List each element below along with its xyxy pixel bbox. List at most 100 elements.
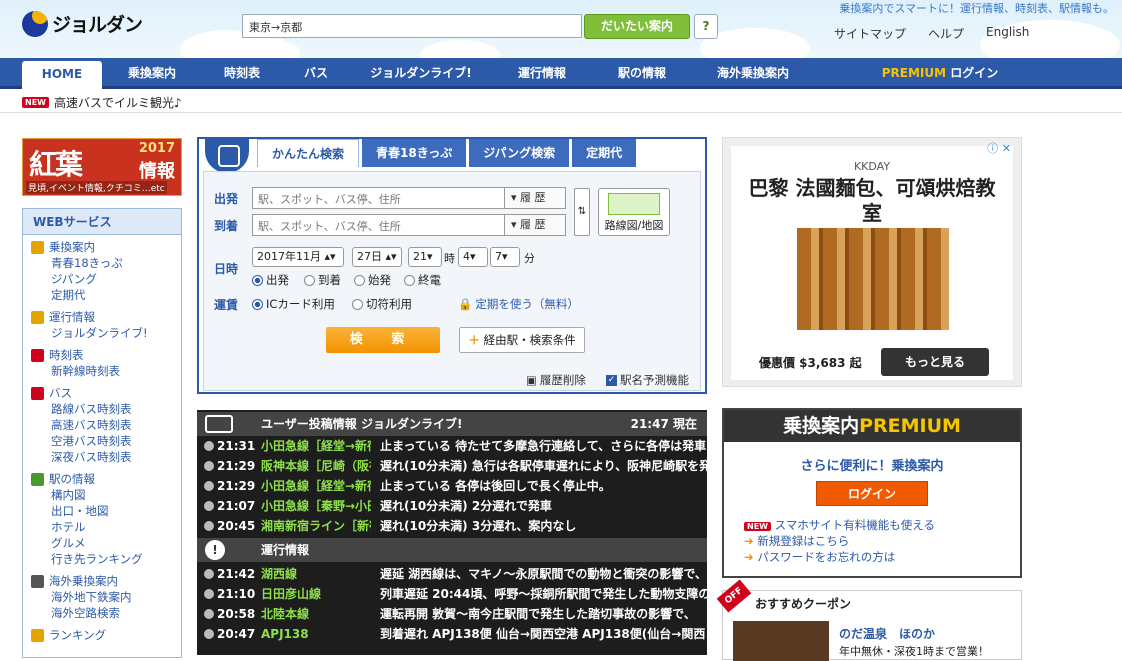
row-line[interactable]: 小田急線［秦野→小田 — [261, 496, 371, 516]
premium-link-password[interactable]: ➜ パスワードをお忘れの方は — [744, 549, 935, 565]
radio-departure[interactable]: 出発 — [252, 272, 289, 288]
row-line[interactable]: 日田彦山線 — [261, 584, 371, 604]
hour-select[interactable]: 21▾ — [408, 247, 442, 267]
quick-search-input[interactable]: 東京→京都 — [242, 14, 582, 38]
sidebar-subitem[interactable]: 海外空路検索 — [31, 605, 181, 621]
sidebar-subitem[interactable]: ジパング — [31, 271, 181, 287]
sidebar-subitem[interactable]: 空港バス時刻表 — [31, 433, 181, 449]
minute-tens-select[interactable]: 4▾ — [458, 247, 488, 267]
to-input[interactable]: 駅、スポット、バス停、住所 — [252, 214, 512, 236]
via-conditions-button[interactable]: ＋ 経由駅・検索条件 — [459, 327, 585, 353]
tab-seishun18[interactable]: 青春18きっぷ — [362, 139, 467, 167]
sidebar-subitem[interactable]: 定期代 — [31, 287, 181, 303]
sidebar-subitem[interactable]: 青春18きっぷ — [31, 255, 181, 271]
sidebar-subitem[interactable]: 深夜バス時刻表 — [31, 449, 181, 465]
sidebar-subitem[interactable]: 構内図 — [31, 487, 181, 503]
to-history-button[interactable]: ▾ 履 歴 — [504, 214, 566, 236]
nav-bus[interactable]: バス — [288, 58, 344, 89]
premium-login-button[interactable]: ログイン — [816, 481, 928, 506]
nav-overseas[interactable]: 海外乗換案内 — [698, 58, 808, 89]
minute-ones-select[interactable]: 7▾ — [490, 247, 520, 267]
ops-row[interactable]: 21:10 日田彦山線 列車遅延 20:44頃、呼野～採銅所駅間で発生した動物支障の — [197, 584, 707, 604]
sidebar-subitem[interactable]: ホテル — [31, 519, 181, 535]
ad-card[interactable]: ⓘ ✕ KKDAY 巴黎 法國麵包、可頌烘焙教室 優惠價 $3,683 起 もっ… — [731, 142, 1013, 380]
radio-first-train[interactable]: 始発 — [354, 272, 391, 288]
tab-commuter[interactable]: 定期代 — [572, 139, 637, 167]
sidebar-subitem[interactable]: 海外地下鉄案内 — [31, 589, 181, 605]
radio-last-train[interactable]: 終電 — [404, 272, 441, 288]
sidebar-subitem[interactable]: 高速バス時刻表 — [31, 417, 181, 433]
row-line[interactable]: 阪神本線［尼崎（阪神 — [261, 456, 371, 476]
commuter-link[interactable]: 🔒 定期を使う（無料） — [458, 296, 579, 312]
sidebar-subitem[interactable]: ジョルダンライブ! — [31, 325, 181, 341]
route-map-button[interactable]: 路線図/地図 — [598, 188, 670, 236]
radio-ticket[interactable]: 切符利用 — [352, 296, 412, 312]
premium-word: PREMIUM — [881, 66, 947, 80]
sidebar-group: ランキング — [23, 623, 181, 645]
row-line[interactable]: APJ138 — [261, 624, 371, 644]
ops-row[interactable]: 20:58 北陸本線 運転再開 敦賀～南今庄駅間で発生した踏切事故の影響で、 — [197, 604, 707, 624]
live-post-row[interactable]: 20:45 湘南新宿ライン［新宿 遅れ(10分未満) 3分遅れ、案内なし — [197, 516, 707, 536]
radio-ic-card[interactable]: ICカード利用 — [252, 296, 335, 312]
ops-row[interactable]: 20:47 APJ138 到着遅れ APJ138便 仙台→関西空港 APJ138便(… — [197, 624, 707, 644]
row-line[interactable]: 湘南新宿ライン［新宿 — [261, 516, 371, 536]
sidebar-subitem[interactable]: 出口・地図 — [31, 503, 181, 519]
english-link[interactable]: English — [986, 25, 1029, 42]
link-label: パスワードをお忘れの方は — [757, 550, 896, 564]
nav-station[interactable]: 駅の情報 — [598, 58, 686, 89]
premium-link-smartphone[interactable]: NEW スマホサイト有料機能も使える — [744, 517, 935, 533]
nav-home[interactable]: HOME — [22, 61, 102, 89]
from-input[interactable]: 駅、スポット、バス停、住所 — [252, 187, 512, 209]
help-question-button[interactable]: ? — [694, 14, 718, 39]
coupon-shop[interactable]: のだ温泉 ほのか — [839, 625, 935, 642]
sidebar-subitem[interactable]: グルメ — [31, 535, 181, 551]
delete-history-link[interactable]: ▣ 履歴削除 — [526, 372, 586, 388]
row-line[interactable]: 北陸本線 — [261, 604, 371, 624]
sidebar-subitem[interactable]: 行き先ランキング — [31, 551, 181, 567]
sidebar-item[interactable]: ランキング — [31, 628, 181, 643]
nav-premium-login[interactable]: PREMIUM ログイン — [870, 58, 1010, 89]
sidebar-subitem[interactable]: 路線バス時刻表 — [31, 401, 181, 417]
live-post-row[interactable]: 21:07 小田急線［秦野→小田 遅れ(10分未満) 2分遅れで発車 — [197, 496, 707, 516]
radio-arrival[interactable]: 到着 — [304, 272, 341, 288]
live-post-row[interactable]: 21:31 小田急線［経堂→新宿 止まっている 待たせて多摩急行連絡して、さらに各停… — [197, 436, 707, 456]
news-ticker[interactable]: NEW 高速バスでイルミ観光♪ — [22, 94, 182, 111]
sidebar-subitem[interactable]: 新幹線時刻表 — [31, 363, 181, 379]
live-post-row[interactable]: 21:29 阪神本線［尼崎（阪神 遅れ(10分未満) 急行は各駅停車遅れにより、阪神… — [197, 456, 707, 476]
jorudan-logo[interactable]: ジョルダン — [22, 10, 143, 37]
quick-search-button[interactable]: だいたい案内 — [584, 14, 690, 39]
day-select[interactable]: 27日 ▴▾ — [352, 247, 402, 267]
tab-zipangu[interactable]: ジパング検索 — [469, 139, 570, 167]
row-line[interactable]: 小田急線［経堂→新宿 — [261, 436, 371, 456]
autumn-leaves-banner[interactable]: 紅葉 2017 情報 見頃,イベント情報,クチコミ…etc — [22, 138, 182, 196]
sidebar-item[interactable]: 乗換案内 — [31, 240, 181, 255]
news-text[interactable]: 高速バスでイルミ観光♪ — [54, 94, 182, 111]
swap-stations-button[interactable]: ⇅ — [574, 188, 590, 236]
sidebar-item[interactable]: 時刻表 — [31, 348, 181, 363]
premium-link-register[interactable]: ➜ 新規登録はこちら — [744, 533, 935, 549]
ad-info-icon[interactable]: ⓘ ✕ — [987, 140, 1011, 156]
ad-panel[interactable]: ⓘ ✕ KKDAY 巴黎 法國麵包、可頌烘焙教室 優惠價 $3,683 起 もっ… — [722, 137, 1022, 387]
help-link[interactable]: ヘルプ — [928, 25, 964, 42]
ops-row[interactable]: 21:42 湖西線 遅延 湖西線は、マキノ～永原駅間での動物と衝突の影響で、 — [197, 564, 707, 584]
nav-traffic[interactable]: 運行情報 — [500, 58, 584, 89]
from-history-button[interactable]: ▾ 履 歴 — [504, 187, 566, 209]
predict-checkbox[interactable]: ✓ 駅名予測機能 — [606, 372, 689, 388]
live-post-row[interactable]: 21:29 小田急線［経堂→新宿 止まっている 各停は後回しで長く停止中。 — [197, 476, 707, 496]
sidebar-item-label: 海外乗換案内 — [49, 574, 118, 588]
month-select[interactable]: 2017年11月 ▴▾ — [252, 247, 344, 267]
ad-cta-button[interactable]: もっと見る — [881, 348, 989, 376]
sitemap-link[interactable]: サイトマップ — [834, 25, 906, 42]
sidebar-item[interactable]: 運行情報 — [31, 310, 181, 325]
sidebar-item[interactable]: バス — [31, 386, 181, 401]
nav-timetable[interactable]: 時刻表 — [204, 58, 280, 89]
sidebar-item[interactable]: 海外乗換案内 — [31, 574, 181, 589]
row-line[interactable]: 湖西線 — [261, 564, 371, 584]
sidebar-item[interactable]: 駅の情報 — [31, 472, 181, 487]
tab-simple-search[interactable]: かんたん検索 — [257, 139, 360, 167]
row-line[interactable]: 小田急線［経堂→新宿 — [261, 476, 371, 496]
nav-live[interactable]: ジョルダンライブ! — [352, 58, 490, 89]
nav-transfer[interactable]: 乗換案内 — [110, 58, 194, 89]
sidebar-group: 海外乗換案内 海外地下鉄案内 海外空路検索 — [23, 569, 181, 623]
search-button[interactable]: 検 索 — [326, 327, 440, 353]
